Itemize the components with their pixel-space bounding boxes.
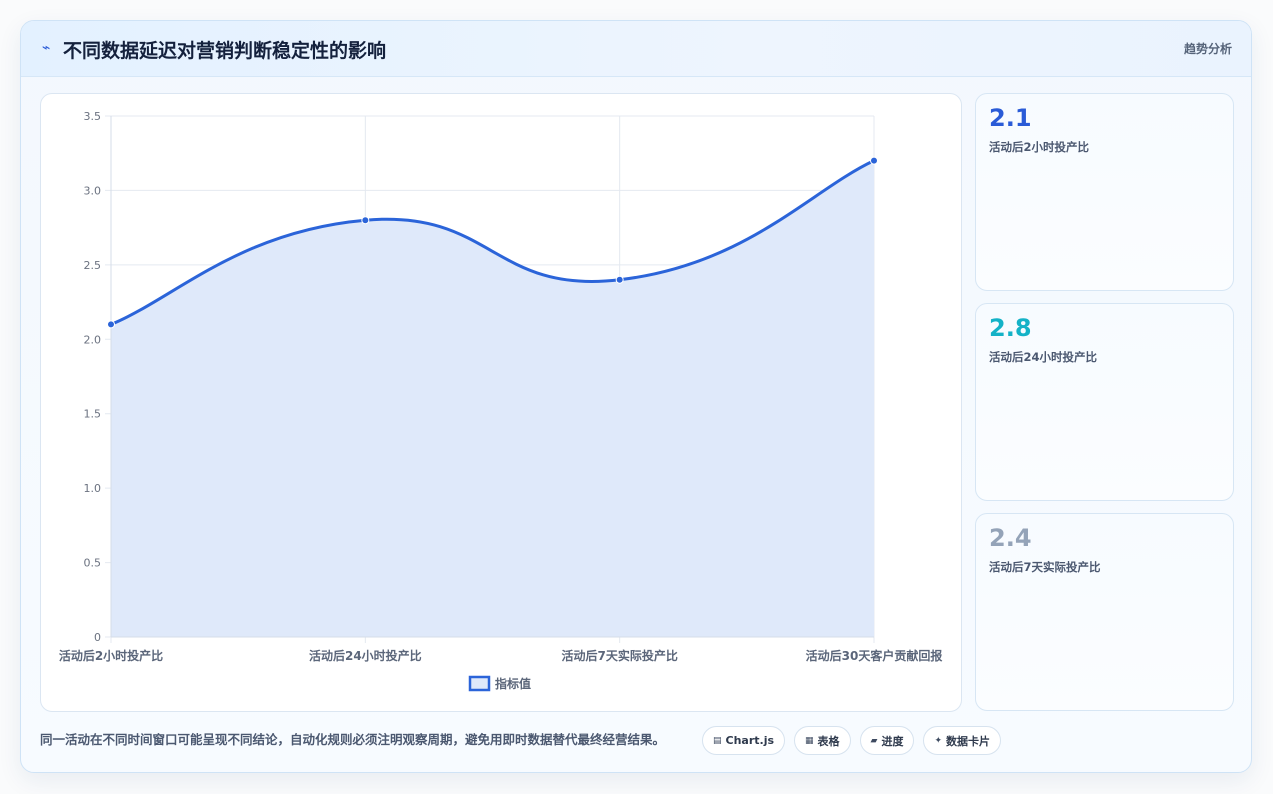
data-point: [361, 216, 370, 225]
dashboard-card: ⌁ 不同数据延迟对营销判断稳定性的影响 趋势分析 0 0.5 1.0 1.5 2.0 2.…: [20, 20, 1252, 773]
chip-label: Chart.js: [725, 734, 775, 747]
chart-panel: 0 0.5 1.0 1.5 2.0 2.5 3.0 3.5 活动后2小时投产比 活动后24小时投产…: [40, 93, 962, 712]
card-header: ⌁ 不同数据延迟对营销判断稳定性的影响 趋势分析: [21, 21, 1251, 77]
chip-table[interactable]: ▦ 表格: [794, 726, 851, 755]
y-tick-label: 0: [94, 631, 101, 644]
data-point: [107, 320, 115, 329]
legend-swatch: [468, 675, 491, 692]
data-point: [870, 156, 878, 165]
chip-label: 数据卡片: [946, 734, 991, 748]
legend-label: 指标值: [495, 676, 531, 691]
stat-value: 2.1: [989, 104, 1032, 132]
page-title: 不同数据延迟对营销判断稳定性的影响: [63, 40, 387, 62]
line-chart: 0 0.5 1.0 1.5 2.0 2.5 3.0 3.5 活动后2小时投产比 活动后24小时投产…: [59, 110, 943, 692]
x-tick-label: 活动后30天客户贡献回报: [806, 648, 943, 663]
y-tick-label: 3.5: [84, 110, 102, 123]
chip-data-cards[interactable]: ✦ 数据卡片: [923, 726, 1002, 755]
stat-value: 2.8: [989, 314, 1032, 342]
chart-icon: ▤: [713, 735, 722, 746]
y-tick-label: 1.0: [84, 482, 102, 495]
x-tick-label: 活动后7天实际投产比: [561, 648, 677, 663]
chip-label: 进度: [881, 734, 904, 748]
tech-chips: ▤ Chart.js ▦ 表格 ▰ 进度 ✦ 数据卡片: [702, 726, 1002, 755]
sparkle-icon: ✦: [934, 735, 943, 746]
progress-icon: ▰: [870, 735, 878, 746]
y-tick-label: 2.5: [84, 259, 102, 272]
chip-chartjs[interactable]: ▤ Chart.js: [702, 726, 786, 755]
y-tick-label: 2.0: [84, 333, 102, 346]
x-tick-label: 活动后2小时投产比: [59, 648, 163, 663]
footer-note: 同一活动在不同时间窗口可能呈现不同结论，自动化规则必须注明观察周期，避免用即时数…: [40, 732, 666, 747]
stat-label: 活动后7天实际投产比: [989, 560, 1101, 574]
header-tag: 趋势分析: [1183, 42, 1232, 56]
stat-label: 活动后2小时投产比: [989, 140, 1090, 154]
x-tick-label: 活动后24小时投产比: [309, 648, 422, 663]
stat-card-24h: 2.8 活动后24小时投产比: [975, 303, 1234, 501]
stat-value: 2.4: [989, 524, 1032, 552]
y-tick-label: 3.0: [84, 184, 102, 197]
chip-progress[interactable]: ▰ 进度: [859, 726, 915, 755]
table-icon: ▦: [805, 735, 814, 746]
stat-label: 活动后24小时投产比: [989, 350, 1098, 364]
y-tick-label: 0.5: [84, 557, 102, 570]
stat-card-7d: 2.4 活动后7天实际投产比: [975, 513, 1234, 711]
stat-card-2h: 2.1 活动后2小时投产比: [975, 93, 1234, 291]
data-point: [615, 275, 624, 284]
chip-label: 表格: [817, 734, 840, 748]
y-tick-label: 1.5: [84, 408, 102, 421]
trend-icon: ⌁: [42, 40, 51, 56]
